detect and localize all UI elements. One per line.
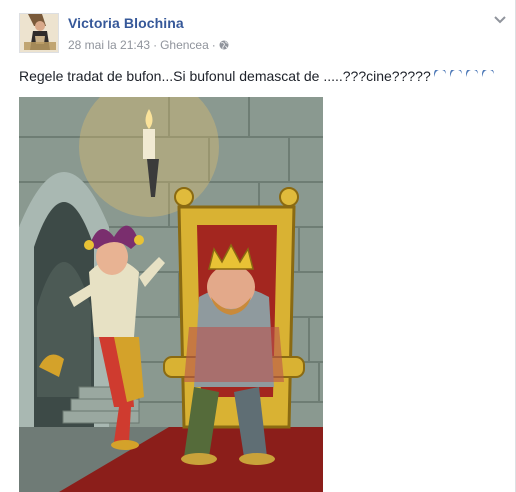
king-and-jester-illustration [19, 97, 323, 492]
meta-separator: · [153, 38, 158, 52]
avatar[interactable] [19, 13, 59, 53]
post-photo[interactable] [19, 97, 323, 492]
moon-emoji-group [432, 70, 496, 84]
globe-icon[interactable] [219, 40, 229, 50]
post-meta: 28 mai la 21:43 · Ghencea · [68, 38, 229, 52]
chevron-down-icon[interactable] [493, 15, 507, 25]
post-location[interactable]: Ghencea [160, 38, 209, 52]
post-text: Regele tradat de bufon...Si bufonul dema… [19, 68, 496, 84]
moon-icon [433, 70, 494, 78]
post-text-content: Regele tradat de bufon...Si bufonul dema… [19, 68, 431, 84]
post-timestamp[interactable]: 28 mai la 21:43 [68, 38, 150, 52]
avatar-image [20, 14, 58, 52]
post-card: Victoria Blochina 28 mai la 21:43 · Ghen… [0, 0, 516, 492]
meta-separator-2: · [211, 38, 216, 52]
author-name[interactable]: Victoria Blochina [68, 15, 184, 31]
